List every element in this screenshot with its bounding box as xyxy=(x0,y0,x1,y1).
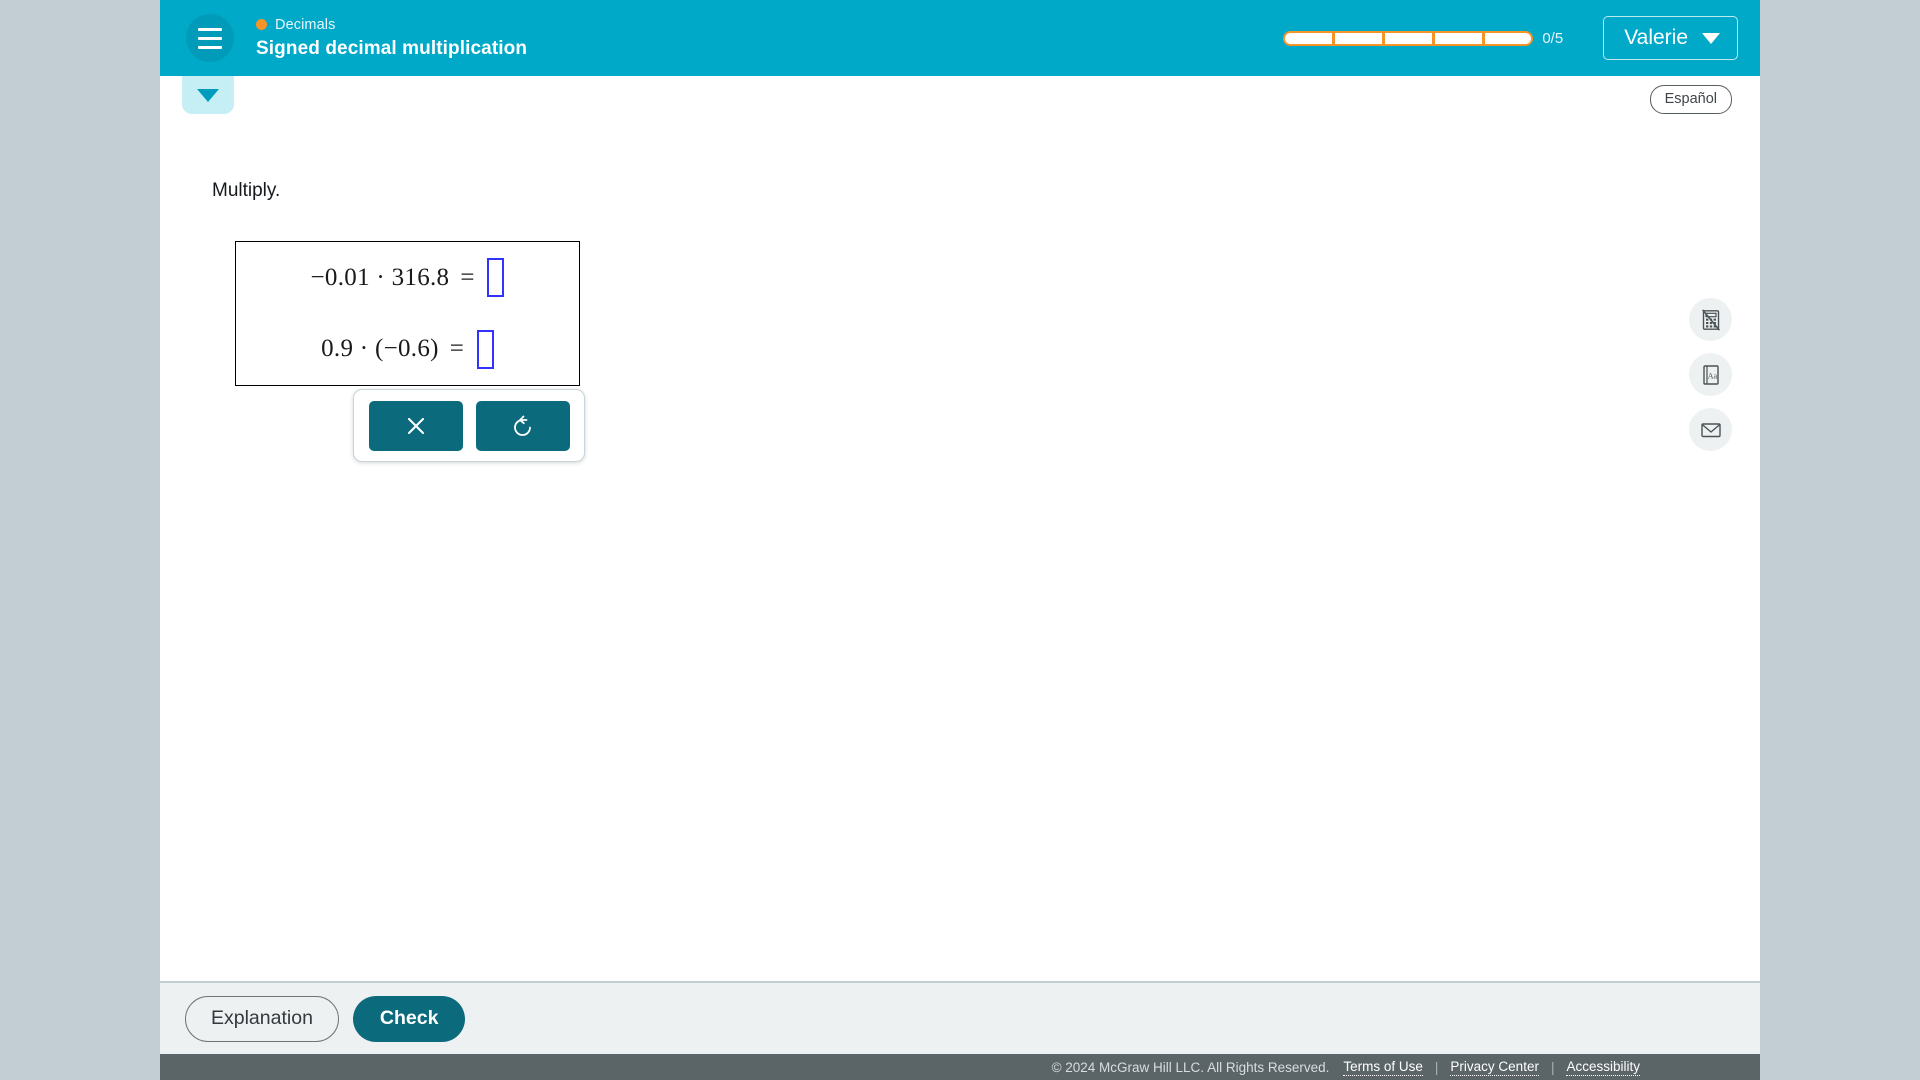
answer-input[interactable] xyxy=(487,258,505,298)
content-area: Español Multiply. −0.01 · 316.8 = 0.9 · … xyxy=(160,76,1760,981)
topic-dot-icon xyxy=(256,19,267,30)
progress-segment xyxy=(1335,32,1382,44)
equation-expression: −0.01 · 316.8 xyxy=(310,263,450,291)
calculator-disabled-button[interactable] xyxy=(1689,298,1732,341)
envelope-icon xyxy=(1700,422,1721,437)
user-name: Valerie xyxy=(1624,26,1688,49)
chevron-down-icon xyxy=(1702,32,1720,44)
undo-button[interactable] xyxy=(475,400,570,451)
explanation-button[interactable]: Explanation xyxy=(185,995,339,1042)
problem-box: −0.01 · 316.8 = 0.9 · (−0.6) = xyxy=(235,241,580,386)
message-button[interactable] xyxy=(1689,408,1732,451)
calculator-slashed-icon xyxy=(1701,308,1720,331)
progress-segment xyxy=(1484,32,1532,44)
book-aa-icon: Aa xyxy=(1702,364,1719,385)
accessibility-link[interactable]: Accessibility xyxy=(1566,1059,1640,1076)
action-bar: Explanation Check xyxy=(160,983,1760,1054)
language-toggle-button[interactable]: Español xyxy=(1649,85,1732,114)
footer: © 2024 McGraw Hill LLC. All Rights Reser… xyxy=(160,1054,1760,1080)
topic-line: Decimals xyxy=(256,17,527,33)
user-menu-button[interactable]: Valerie xyxy=(1603,16,1738,60)
header-right-group: 0/5 Valerie xyxy=(1283,16,1760,60)
svg-text:Aa: Aa xyxy=(1707,371,1717,380)
app-header: Decimals Signed decimal multiplication 0… xyxy=(160,0,1760,76)
copyright-text: © 2024 McGraw Hill LLC. All Rights Reser… xyxy=(1051,1059,1330,1075)
answer-input[interactable] xyxy=(476,329,494,369)
equation-row: 0.9 · (−0.6) = xyxy=(236,314,579,386)
clear-button[interactable] xyxy=(368,400,463,451)
undo-arrow-icon xyxy=(513,415,531,436)
terms-of-use-link[interactable]: Terms of Use xyxy=(1343,1059,1423,1076)
hamburger-menu-icon[interactable] xyxy=(186,14,234,62)
page-title: Signed decimal multiplication xyxy=(256,37,528,59)
hamburger-bar xyxy=(198,27,222,31)
app-window: Decimals Signed decimal multiplication 0… xyxy=(0,0,1920,1080)
hamburger-bar xyxy=(198,45,222,49)
footer-separator: | xyxy=(1434,1059,1439,1075)
footer-separator: | xyxy=(1550,1059,1555,1075)
progress-segment xyxy=(1434,32,1482,44)
equals-sign: = xyxy=(460,263,475,291)
hamburger-bar xyxy=(198,36,222,40)
collapse-panel-tab[interactable] xyxy=(182,76,234,114)
glossary-button[interactable]: Aa xyxy=(1689,353,1732,396)
chevron-down-icon xyxy=(197,88,219,102)
progress-segment xyxy=(1384,32,1432,44)
answer-toolbar xyxy=(353,389,585,462)
topic-label: Decimals xyxy=(275,16,336,33)
check-button[interactable]: Check xyxy=(352,995,466,1042)
instruction-text: Multiply. xyxy=(212,180,281,201)
equation-row: −0.01 · 316.8 = xyxy=(236,242,579,314)
progress-tracker: 0/5 xyxy=(1283,30,1563,47)
privacy-center-link[interactable]: Privacy Center xyxy=(1450,1059,1539,1076)
equals-sign: = xyxy=(449,335,464,363)
progress-segment xyxy=(1285,32,1333,44)
tool-rail: Aa xyxy=(1689,298,1732,451)
progress-bar xyxy=(1283,30,1534,46)
close-x-icon xyxy=(407,417,424,434)
equation-expression: 0.9 · (−0.6) xyxy=(321,335,439,363)
lesson-title-block: Decimals Signed decimal multiplication xyxy=(256,17,527,60)
progress-count: 0/5 xyxy=(1542,29,1564,47)
